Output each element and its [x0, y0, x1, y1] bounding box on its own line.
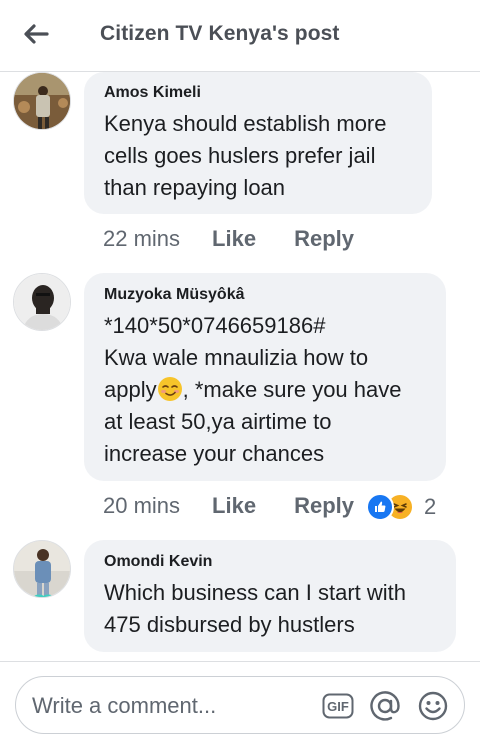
avatar[interactable]: [13, 72, 71, 130]
reply-button[interactable]: Reply: [294, 493, 354, 519]
gif-label: GIF: [327, 699, 349, 714]
back-button[interactable]: [18, 16, 54, 52]
back-arrow-icon: [24, 24, 49, 44]
emoji-icon: [418, 691, 448, 721]
comment-actions: 22 mins Like Reply: [103, 226, 354, 252]
comment-text: *140*50*0746659186# Kwa wale mnaulizia h…: [104, 313, 402, 466]
comment-bubble: Omondi Kevin Which business can I start …: [84, 540, 456, 652]
comment-bubble: Muzyoka Müsyôkâ *140*50*0746659186# Kwa …: [84, 273, 446, 481]
avatar[interactable]: [13, 540, 71, 598]
reply-button[interactable]: Reply: [294, 226, 354, 252]
comment-author[interactable]: Omondi Kevin: [104, 553, 436, 571]
like-button[interactable]: Like: [212, 493, 256, 519]
comment-composer: GIF: [0, 661, 480, 745]
reaction-summary[interactable]: 2: [366, 493, 436, 521]
comment-author[interactable]: Amos Kimeli: [104, 84, 412, 102]
mention-button[interactable]: [369, 690, 401, 722]
comment-bubble: Amos Kimeli Kenya should establish more …: [84, 72, 432, 214]
comment-text: Kenya should establish more cells goes h…: [104, 111, 387, 200]
avatar[interactable]: [13, 273, 71, 331]
comment-author[interactable]: Muzyoka Müsyôkâ: [104, 286, 426, 304]
comment-input-container[interactable]: GIF: [15, 676, 465, 734]
reaction-count: 2: [424, 494, 437, 519]
comment-text: Which business can I start with 475 disb…: [104, 580, 407, 637]
comment-actions: 20 mins Like Reply: [103, 493, 354, 519]
gif-button[interactable]: GIF: [322, 690, 354, 722]
smirk-face-emoji: [157, 377, 182, 401]
page-title: Citizen TV Kenya's post: [100, 22, 340, 45]
like-button[interactable]: Like: [212, 226, 256, 252]
emoji-button[interactable]: [417, 690, 449, 722]
like-reaction-icon: [366, 493, 394, 521]
comment-time[interactable]: 22 mins: [103, 226, 180, 252]
gif-icon: GIF: [322, 693, 354, 719]
at-mention-icon: [370, 691, 400, 721]
post-header: Citizen TV Kenya's post: [0, 0, 480, 72]
comment-input[interactable]: [30, 689, 314, 723]
comment-time[interactable]: 20 mins: [103, 493, 180, 519]
